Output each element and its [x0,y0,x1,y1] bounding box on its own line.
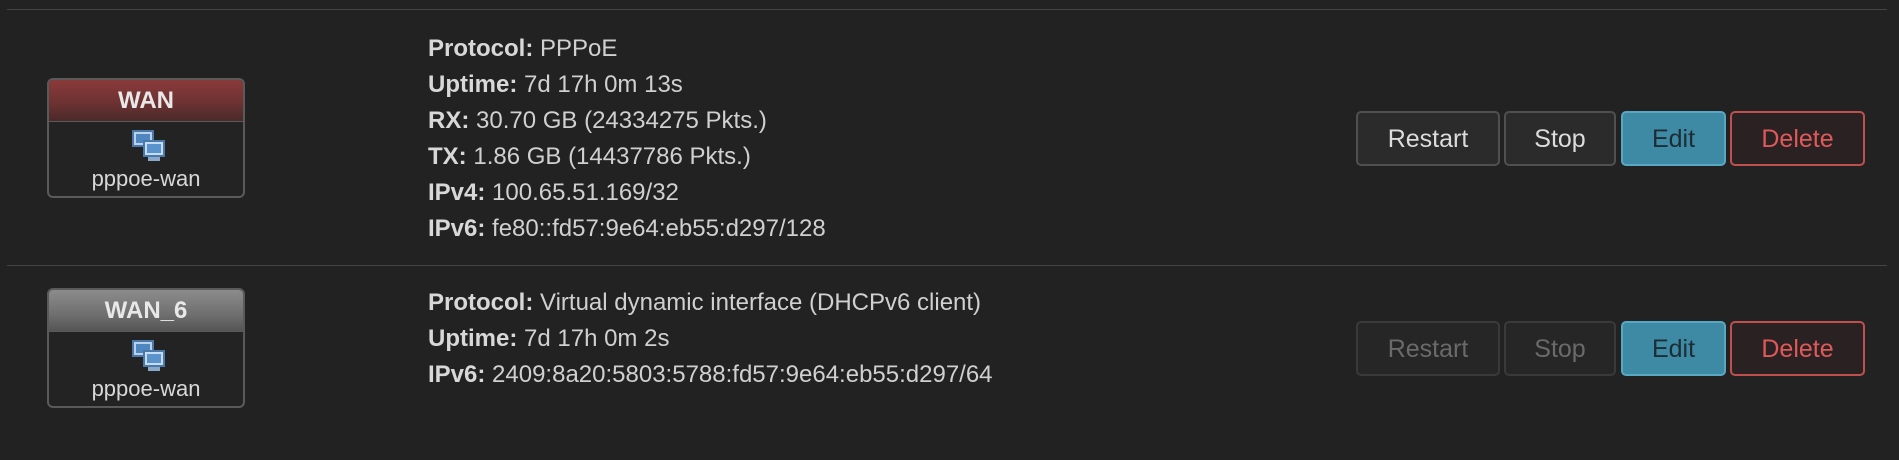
interface-name: WAN [49,80,243,122]
interface-device: pppoe-wan [91,376,201,401]
stop-button[interactable]: Stop [1504,111,1616,166]
interface-badge-wan6[interactable]: WAN_6 pppoe-wan [47,288,245,408]
status-ipv4: IPv4: 100.65.51.169/32 [428,179,679,206]
interface-status: Protocol: PPPoE Uptime: 7d 17h 0m 13s RX… [428,31,826,247]
status-uptime: Uptime: 7d 17h 0m 2s [428,325,670,352]
delete-button[interactable]: Delete [1730,111,1865,166]
status-uptime: Uptime: 7d 17h 0m 13s [428,71,683,98]
delete-button[interactable]: Delete [1730,321,1865,376]
restart-button: Restart [1356,321,1500,376]
interface-device: pppoe-wan [91,166,201,191]
interface-status: Protocol: Virtual dynamic interface (DHC… [428,285,993,393]
status-tx: TX: 1.86 GB (14437786 Pkts.) [428,143,751,170]
status-protocol: Protocol: Virtual dynamic interface (DHC… [428,289,982,316]
network-interface-icon [132,130,165,161]
edit-button[interactable]: Edit [1621,111,1726,166]
status-ipv6: IPv6: fe80::fd57:9e64:eb55:d297/128 [428,215,826,242]
interface-name: WAN_6 [49,290,243,332]
status-rx: RX: 30.70 GB (24334275 Pkts.) [428,107,767,134]
status-protocol: Protocol: PPPoE [428,35,618,62]
interface-badge-wan[interactable]: WAN pppoe-wan [47,78,245,198]
interface-row-wan6: WAN_6 pppoe-wan Protocol: Virtual dynami… [0,266,1899,460]
restart-button[interactable]: Restart [1356,111,1500,166]
status-ipv6: IPv6: 2409:8a20:5803:5788:fd57:9e64:eb55… [428,361,993,388]
stop-button: Stop [1504,321,1616,376]
edit-button[interactable]: Edit [1621,321,1726,376]
network-interface-icon [132,340,165,371]
interface-row-wan: WAN pppoe-wan Protocol: PPPoE Uptime: 7d… [0,10,1899,264]
